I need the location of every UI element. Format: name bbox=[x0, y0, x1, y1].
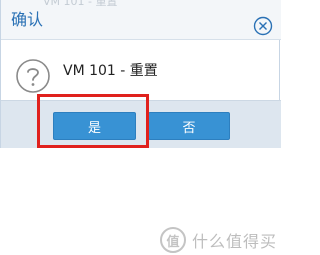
dialog-message: VM 101 - 重置 bbox=[63, 63, 158, 79]
dialog-title: 确认 bbox=[11, 10, 44, 29]
watermark-logo-icon: 值 bbox=[160, 227, 186, 253]
no-button[interactable]: 否 bbox=[148, 112, 230, 140]
background-text: VM 101 - 重置 bbox=[43, 0, 118, 8]
page: VM 101 - 重置 确认 VM 101 - 重置 是 否 值 什么值得买 bbox=[0, 0, 286, 255]
dialog-body: VM 101 - 重置 bbox=[1, 40, 281, 100]
watermark-text: 什么值得买 bbox=[192, 232, 278, 251]
question-circle-icon bbox=[15, 58, 51, 94]
watermark: 值 什么值得买 bbox=[160, 227, 277, 253]
close-icon[interactable] bbox=[253, 16, 273, 36]
dialog-footer: 是 否 bbox=[1, 100, 281, 148]
dialog-titlebar: VM 101 - 重置 确认 bbox=[1, 0, 281, 40]
confirm-dialog: VM 101 - 重置 确认 VM 101 - 重置 是 否 bbox=[0, 0, 281, 148]
yes-button[interactable]: 是 bbox=[53, 112, 136, 140]
